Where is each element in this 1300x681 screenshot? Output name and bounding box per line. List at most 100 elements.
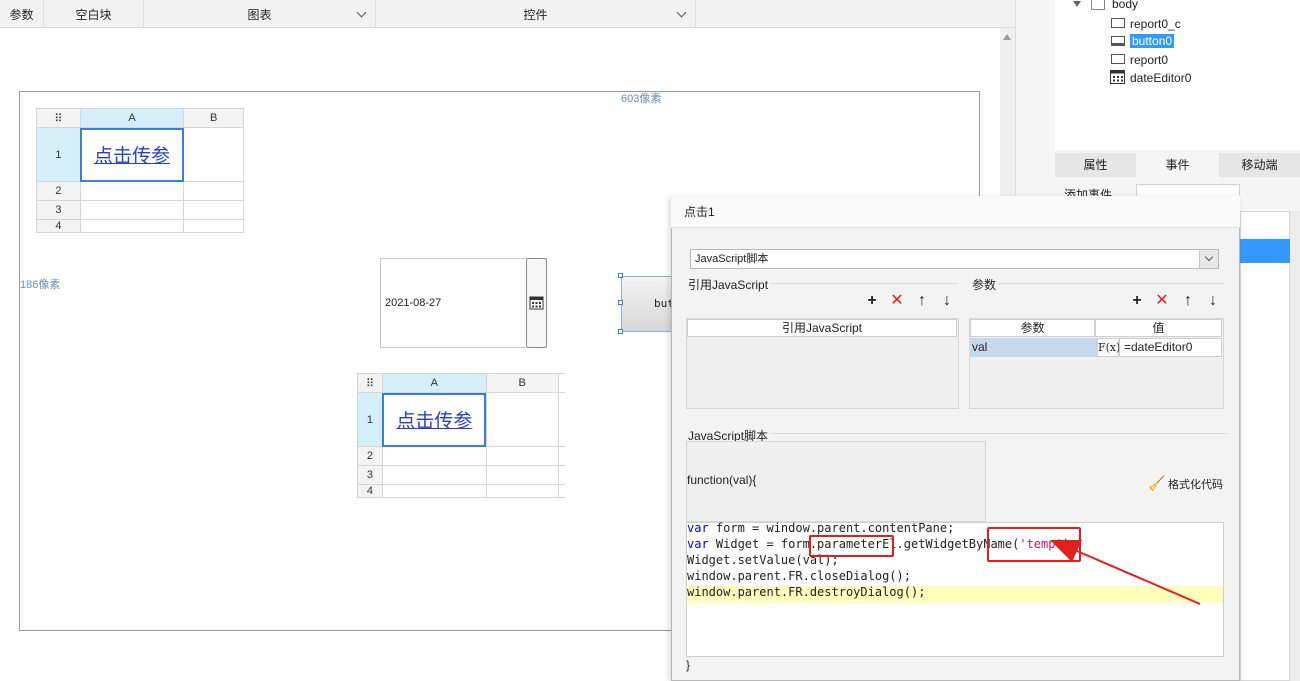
code-line-5[interactable]: window.parent.FR.destroyDialog(); bbox=[687, 585, 925, 599]
date-editor-widget[interactable]: 2021-08-27 bbox=[380, 258, 547, 348]
tree-root-body[interactable]: body bbox=[1112, 0, 1138, 11]
move-up-icon[interactable]: ↑ bbox=[1180, 293, 1196, 309]
pass-param-link[interactable]: 点击传参 bbox=[396, 411, 472, 432]
tab-mobile[interactable]: 移动端 bbox=[1219, 153, 1300, 177]
table-cell[interactable] bbox=[485, 446, 559, 466]
table-cell[interactable] bbox=[79, 181, 185, 201]
table-cell[interactable] bbox=[381, 446, 487, 466]
section-divider bbox=[770, 283, 958, 284]
toolbar-widgets-label: 控件 bbox=[523, 8, 548, 22]
cell-a1[interactable]: 点击传参 bbox=[381, 392, 487, 447]
button-widget-icon bbox=[1111, 36, 1125, 46]
table-cell[interactable] bbox=[485, 484, 559, 498]
table-cell[interactable] bbox=[79, 219, 185, 233]
tree-item-report0[interactable]: report0 bbox=[1130, 53, 1168, 67]
param-value-field[interactable]: =dateEditor0 bbox=[1119, 338, 1222, 357]
closing-brace: } bbox=[686, 658, 691, 672]
params-col-value: 值 bbox=[1095, 319, 1222, 337]
table-cell[interactable] bbox=[557, 465, 565, 485]
table-cell[interactable] bbox=[79, 200, 185, 220]
section-divider bbox=[998, 283, 1224, 284]
table-cell[interactable] bbox=[183, 219, 244, 233]
annotation-arrow-icon bbox=[1050, 540, 1201, 605]
script-type-select[interactable]: JavaScript脚本 bbox=[690, 249, 1219, 269]
table-cell[interactable] bbox=[485, 465, 559, 485]
delete-icon[interactable]: ✕ bbox=[889, 293, 905, 309]
date-value: 2021-08-27 bbox=[385, 297, 442, 309]
cell-a1[interactable]: 点击传参 bbox=[79, 127, 185, 182]
table-cell[interactable] bbox=[557, 446, 565, 466]
table-cell[interactable] bbox=[381, 484, 487, 498]
move-down-icon[interactable]: ↓ bbox=[939, 293, 955, 309]
dialog-title: 点击1 bbox=[671, 196, 1240, 228]
row-header-4[interactable]: 4 bbox=[36, 219, 81, 233]
toolbar-blank-block[interactable]: 空白块 bbox=[44, 0, 144, 28]
pass-param-link[interactable]: 点击传参 bbox=[94, 146, 170, 167]
report-widget-icon bbox=[1111, 18, 1125, 28]
toolbar-widgets[interactable]: 控件 bbox=[376, 0, 696, 28]
report-table-2[interactable]: ⠿ A B 1 点击传参 2 3 4 bbox=[357, 373, 565, 498]
move-down-icon[interactable]: ↓ bbox=[1205, 293, 1221, 309]
select-dropdown-button[interactable] bbox=[1199, 250, 1218, 268]
table-cell[interactable] bbox=[183, 181, 244, 201]
format-code-button[interactable]: 格式化代码 bbox=[1168, 476, 1223, 492]
row-header-1[interactable]: 1 bbox=[36, 127, 81, 182]
calendar-button[interactable] bbox=[526, 258, 547, 348]
col-header-a[interactable]: A bbox=[79, 108, 185, 128]
toolbar-chart[interactable]: 图表 bbox=[144, 0, 376, 28]
panel-tabs: 属性 事件 移动端 bbox=[1055, 153, 1300, 177]
row-header-3[interactable]: 3 bbox=[36, 200, 81, 220]
table-cell[interactable] bbox=[557, 392, 565, 447]
add-icon[interactable]: + bbox=[864, 293, 880, 309]
row-header-2[interactable]: 2 bbox=[36, 181, 81, 201]
function-signature: function(val){ bbox=[687, 473, 757, 487]
params-section-label: 参数 bbox=[972, 278, 997, 292]
table-cell[interactable] bbox=[557, 373, 565, 393]
row-header-3[interactable]: 3 bbox=[357, 465, 383, 485]
body-node-icon bbox=[1091, 0, 1105, 10]
cell-b1[interactable] bbox=[485, 392, 559, 447]
row-header-4[interactable]: 4 bbox=[357, 484, 383, 498]
tab-events[interactable]: 事件 bbox=[1136, 153, 1219, 177]
chevron-down-icon bbox=[1204, 252, 1214, 262]
panel-scrollbar[interactable] bbox=[1290, 211, 1300, 681]
col-header-a[interactable]: A bbox=[381, 373, 487, 393]
toolbar-chart-label: 图表 bbox=[247, 8, 272, 22]
report-table-1[interactable]: ⠿ A B 1 点击传参 2 3 4 bbox=[36, 108, 244, 233]
code-line-1[interactable]: var form = window.parent.contentPane; bbox=[687, 521, 954, 535]
row-header-2[interactable]: 2 bbox=[357, 446, 383, 466]
tree-expand-icon[interactable] bbox=[1073, 1, 1081, 7]
resize-handle[interactable] bbox=[618, 329, 623, 334]
param-name-cell[interactable]: val bbox=[970, 338, 1097, 357]
row-header-1[interactable]: 1 bbox=[357, 392, 383, 447]
code-line-4[interactable]: window.parent.FR.closeDialog(); bbox=[687, 569, 911, 583]
tab-properties[interactable]: 属性 bbox=[1055, 153, 1136, 177]
scroll-up-arrow-icon[interactable] bbox=[1003, 34, 1011, 40]
tree-item-dateeditor0[interactable]: dateEditor0 bbox=[1130, 71, 1191, 85]
table-cell[interactable] bbox=[557, 484, 565, 498]
toolbar-params[interactable]: 参数 bbox=[0, 0, 44, 28]
formula-icon[interactable]: F(x) bbox=[1097, 338, 1120, 357]
event-list-selected-item[interactable] bbox=[1240, 239, 1290, 263]
date-widget-icon bbox=[1110, 70, 1125, 84]
cell-b1[interactable] bbox=[183, 127, 244, 182]
report-widget-icon bbox=[1111, 54, 1125, 64]
tree-item-report0-c[interactable]: report0_c bbox=[1130, 17, 1181, 31]
resize-handle[interactable] bbox=[618, 273, 623, 278]
delete-icon[interactable]: ✕ bbox=[1154, 293, 1170, 309]
resize-handle[interactable] bbox=[618, 300, 623, 305]
col-header-b[interactable]: B bbox=[183, 108, 244, 128]
table-cell[interactable] bbox=[381, 465, 487, 485]
add-icon[interactable]: + bbox=[1129, 293, 1145, 309]
width-dimension-label: 603像素 bbox=[621, 93, 662, 105]
tree-item-button0[interactable]: button0 bbox=[1130, 34, 1175, 48]
params-col-name: 参数 bbox=[970, 319, 1095, 337]
annotation-highlight-box bbox=[809, 535, 894, 557]
calendar-icon bbox=[529, 296, 544, 310]
col-header-b[interactable]: B bbox=[485, 373, 559, 393]
move-up-icon[interactable]: ↑ bbox=[914, 293, 930, 309]
event-list[interactable] bbox=[1240, 211, 1290, 681]
component-toolbar: 参数 空白块 图表 控件 bbox=[0, 0, 1015, 28]
table-cell[interactable] bbox=[183, 200, 244, 220]
grid-corner-icon: ⠿ bbox=[357, 373, 383, 393]
